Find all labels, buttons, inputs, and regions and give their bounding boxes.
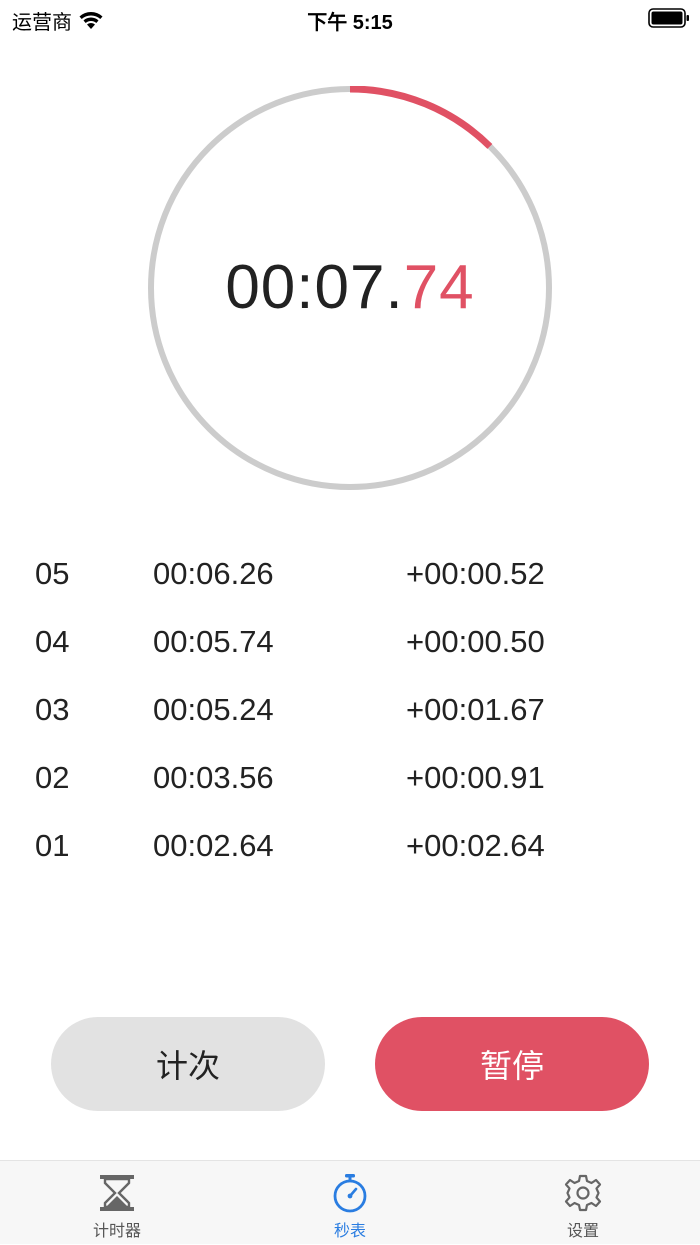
lap-row: 05 00:06.26 +00:00.52	[0, 540, 700, 608]
lap-total-time: 00:06.26	[153, 556, 274, 591]
lap-split-time: +00:01.67	[406, 692, 545, 727]
battery-icon	[648, 8, 689, 28]
tab-timer[interactable]: 计时器	[37, 1161, 197, 1245]
lap-total-time: 00:02.64	[153, 828, 274, 863]
gear-icon	[564, 1174, 602, 1212]
lap-row: 03 00:05.24 +00:01.67	[0, 676, 700, 744]
elapsed-centiseconds: 74	[403, 253, 475, 322]
tab-label: 计时器	[92, 1221, 141, 1240]
tab-label: 设置	[566, 1221, 599, 1240]
lap-index: 02	[35, 760, 70, 795]
tab-settings[interactable]: 设置	[503, 1161, 663, 1245]
status-time: 下午 5:15	[307, 12, 393, 34]
lap-total-time: 00:05.24	[153, 692, 274, 727]
tab-label: 秒表	[333, 1221, 366, 1240]
lap-total-time: 00:05.74	[153, 624, 274, 659]
lap-total-time: 00:03.56	[153, 760, 274, 795]
lap-index: 05	[35, 556, 70, 591]
elapsed-time: 00:07.74	[0, 250, 700, 326]
lap-row: 01 00:02.64 +00:02.64	[0, 812, 700, 880]
lap-index: 01	[35, 828, 70, 863]
lap-split-time: +00:00.52	[406, 556, 545, 591]
lap-row: 04 00:05.74 +00:00.50	[0, 608, 700, 676]
elapsed-main: 00:07.	[225, 253, 404, 322]
tab-bar: 计时器 秒表 设置	[0, 1160, 700, 1244]
tab-stopwatch[interactable]: 秒表	[270, 1161, 430, 1245]
lap-index: 04	[35, 624, 70, 659]
lap-split-time: +00:00.91	[406, 760, 545, 795]
lap-list: 05 00:06.26 +00:00.52 04 00:05.74 +00:00…	[0, 540, 700, 880]
lap-row: 02 00:03.56 +00:00.91	[0, 744, 700, 812]
lap-index: 03	[35, 692, 70, 727]
lap-split-time: +00:02.64	[406, 828, 545, 863]
status-bar: 运营商 下午 5:15	[0, 0, 700, 40]
lap-button[interactable]: 计次	[51, 1017, 325, 1111]
hourglass-icon	[100, 1175, 134, 1211]
lap-split-time: +00:00.50	[406, 624, 545, 659]
stopwatch-icon	[333, 1174, 367, 1213]
pause-button[interactable]: 暂停	[375, 1017, 649, 1111]
